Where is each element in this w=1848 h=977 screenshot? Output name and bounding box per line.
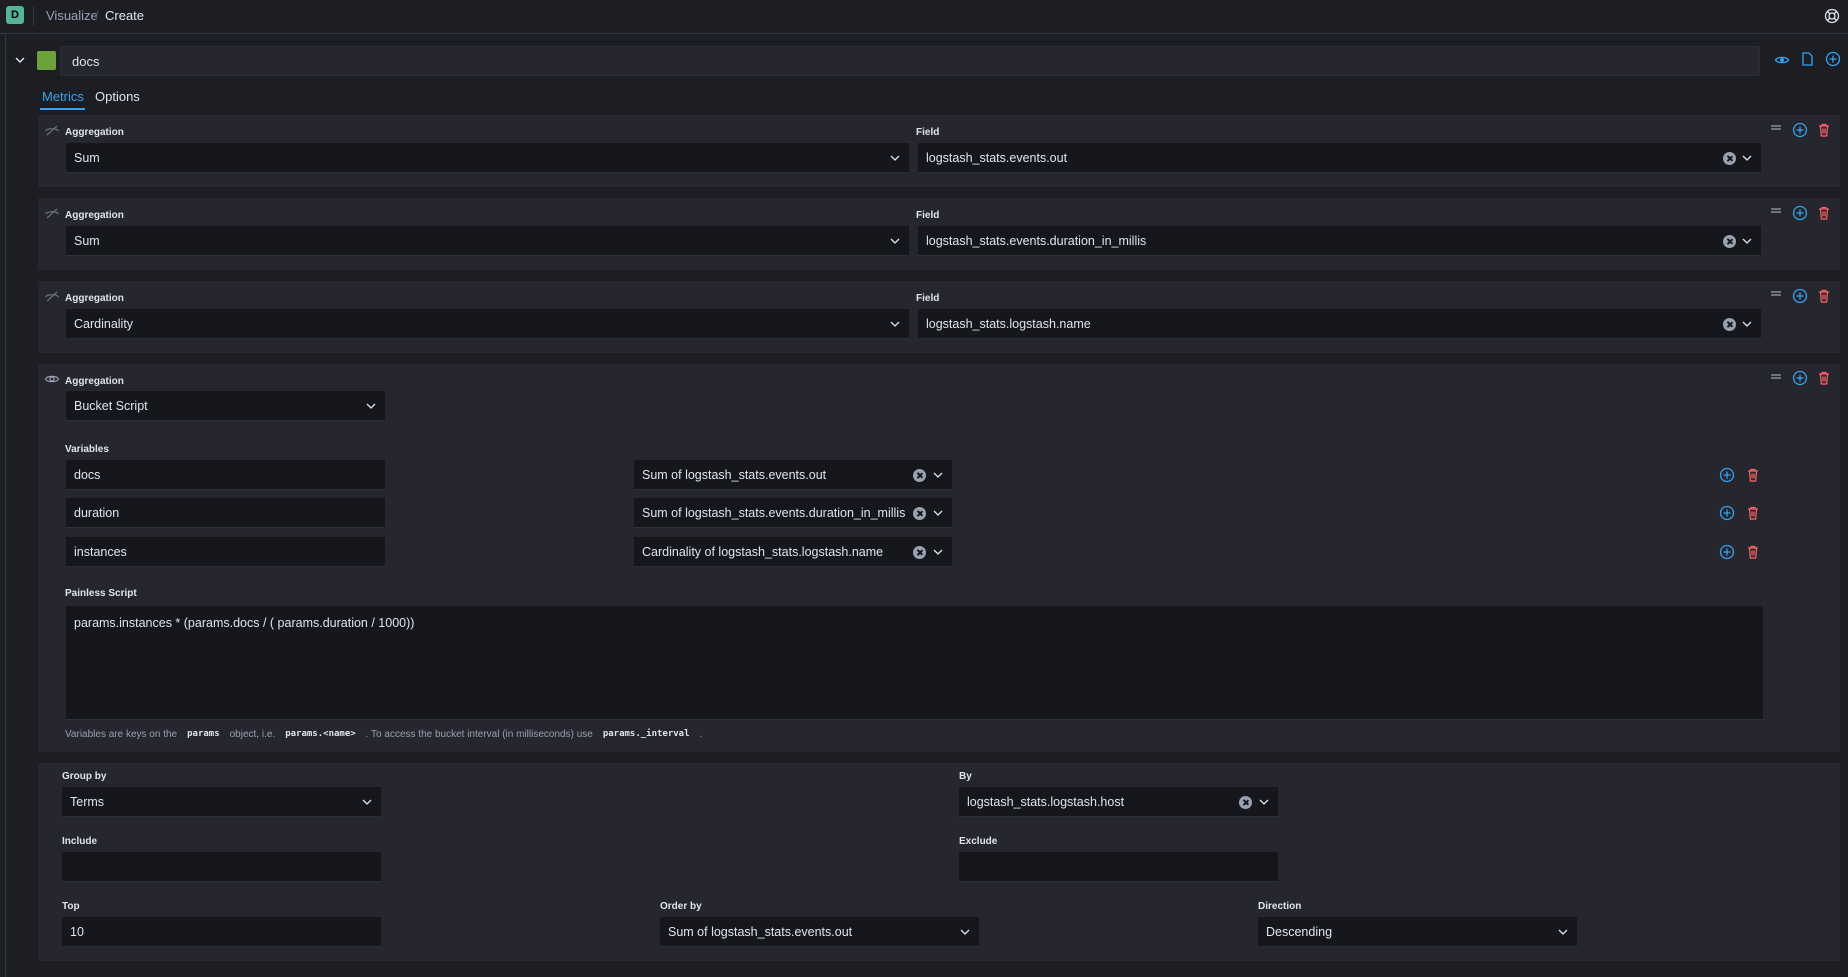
top-input[interactable]: 10 <box>62 917 381 947</box>
group-by-select[interactable]: Terms <box>62 787 381 817</box>
active-tab-indicator <box>40 108 85 110</box>
drag-handle-icon[interactable] <box>1768 203 1784 219</box>
eye-closed-icon[interactable] <box>44 206 60 222</box>
field-select[interactable]: logstash_stats.logstash.name <box>918 309 1761 339</box>
field-label: Field <box>916 127 940 138</box>
chevron-down-icon <box>933 472 943 478</box>
add-variable-icon[interactable] <box>1719 544 1735 560</box>
aggregation-label: Aggregation <box>65 127 124 138</box>
delete-variable-icon[interactable] <box>1745 505 1761 521</box>
delete-metric-icon[interactable] <box>1816 122 1832 138</box>
divider <box>33 6 34 26</box>
help-icon[interactable] <box>1824 8 1840 24</box>
aggregation-label: Aggregation <box>65 210 124 221</box>
eye-closed-icon[interactable] <box>44 289 60 305</box>
collapse-chevron-icon[interactable] <box>13 53 27 67</box>
eye-icon[interactable] <box>1774 52 1790 68</box>
chevron-down-icon <box>890 321 900 327</box>
variable-name-input[interactable]: duration <box>66 498 385 528</box>
clear-icon[interactable] <box>913 546 926 559</box>
delete-variable-icon[interactable] <box>1745 544 1761 560</box>
series-name-text: docs <box>72 54 100 69</box>
delete-variable-icon[interactable] <box>1745 467 1761 483</box>
clear-icon[interactable] <box>1723 152 1736 165</box>
chevron-down-icon <box>960 929 970 935</box>
add-metric-icon[interactable] <box>1792 122 1808 138</box>
chevron-down-icon <box>933 510 943 516</box>
tab-metrics[interactable]: Metrics <box>42 89 84 104</box>
aggregation-select[interactable]: Sum <box>66 143 909 173</box>
direction-label: Direction <box>1258 901 1302 912</box>
series-color-swatch[interactable] <box>37 51 56 70</box>
chevron-down-icon <box>890 155 900 161</box>
variable-metric-select[interactable]: Cardinality of logstash_stats.logstash.n… <box>634 537 952 567</box>
field-label: Field <box>916 210 940 221</box>
delete-metric-icon[interactable] <box>1816 205 1832 221</box>
delete-metric-icon[interactable] <box>1816 370 1832 386</box>
aggregation-label: Aggregation <box>65 376 124 387</box>
series-name-input[interactable]: docs <box>60 46 1760 76</box>
drag-handle-icon[interactable] <box>1768 120 1784 136</box>
drag-handle-icon[interactable] <box>1768 369 1784 385</box>
chevron-down-icon <box>1742 321 1752 327</box>
left-border <box>5 34 6 977</box>
field-label: Field <box>916 293 940 304</box>
eye-closed-icon[interactable] <box>44 123 60 139</box>
add-variable-icon[interactable] <box>1719 467 1735 483</box>
chevron-down-icon <box>890 238 900 244</box>
clone-icon[interactable] <box>1799 51 1815 67</box>
painless-script-editor[interactable]: params.instances * (params.docs / ( para… <box>66 606 1763 720</box>
delete-metric-icon[interactable] <box>1816 288 1832 304</box>
add-metric-icon[interactable] <box>1792 370 1808 386</box>
field-select[interactable]: logstash_stats.events.out <box>918 143 1761 173</box>
aggregation-select[interactable]: Sum <box>66 226 909 256</box>
add-metric-icon[interactable] <box>1792 288 1808 304</box>
chevron-down-icon <box>1742 238 1752 244</box>
chevron-down-icon <box>1558 929 1568 935</box>
painless-script-label: Painless Script <box>65 588 137 599</box>
by-label: By <box>959 771 972 782</box>
chevron-down-icon <box>362 799 372 805</box>
include-label: Include <box>62 836 98 847</box>
by-field-select[interactable]: logstash_stats.logstash.host <box>959 787 1278 817</box>
add-metric-icon[interactable] <box>1792 205 1808 221</box>
aggregation-label: Aggregation <box>65 293 124 304</box>
variable-name-input[interactable]: instances <box>66 537 385 567</box>
order-by-select[interactable]: Sum of logstash_stats.events.out <box>660 917 979 947</box>
breadcrumb-visualize[interactable]: Visualize <box>46 8 98 23</box>
chevron-down-icon <box>366 403 376 409</box>
top-bar: D Visualize / Create <box>0 0 1848 34</box>
chevron-down-icon <box>1259 799 1269 805</box>
exclude-label: Exclude <box>959 836 998 847</box>
direction-select[interactable]: Descending <box>1258 917 1577 947</box>
variable-metric-select[interactable]: Sum of logstash_stats.events.duration_in… <box>634 498 952 528</box>
exclude-input[interactable] <box>959 852 1278 882</box>
clear-icon[interactable] <box>1723 318 1736 331</box>
bucket-aggregation-select[interactable]: Bucket Script <box>66 391 385 421</box>
script-help-text: Variables are keys on the params object,… <box>65 728 703 740</box>
variable-metric-select[interactable]: Sum of logstash_stats.events.out <box>634 460 952 490</box>
add-variable-icon[interactable] <box>1719 505 1735 521</box>
clear-icon[interactable] <box>1239 796 1252 809</box>
order-by-label: Order by <box>660 901 702 912</box>
drag-handle-icon[interactable] <box>1768 286 1784 302</box>
clear-icon[interactable] <box>1723 235 1736 248</box>
top-label: Top <box>62 901 80 912</box>
eye-icon[interactable] <box>44 371 60 387</box>
chevron-down-icon <box>933 549 943 555</box>
clear-icon[interactable] <box>913 469 926 482</box>
chevron-down-icon <box>1742 155 1752 161</box>
variable-name-input[interactable]: docs <box>66 460 385 490</box>
add-series-icon[interactable] <box>1825 51 1841 67</box>
aggregation-select[interactable]: Cardinality <box>66 309 909 339</box>
group-by-label: Group by <box>62 771 107 782</box>
breadcrumb-create: Create <box>105 8 145 23</box>
clear-icon[interactable] <box>913 507 926 520</box>
field-select[interactable]: logstash_stats.events.duration_in_millis <box>918 226 1761 256</box>
tab-options[interactable]: Options <box>95 89 140 104</box>
app-logo[interactable]: D <box>6 6 24 24</box>
breadcrumb-separator: / <box>95 8 99 23</box>
variables-label: Variables <box>65 444 109 455</box>
include-input[interactable] <box>62 852 381 882</box>
